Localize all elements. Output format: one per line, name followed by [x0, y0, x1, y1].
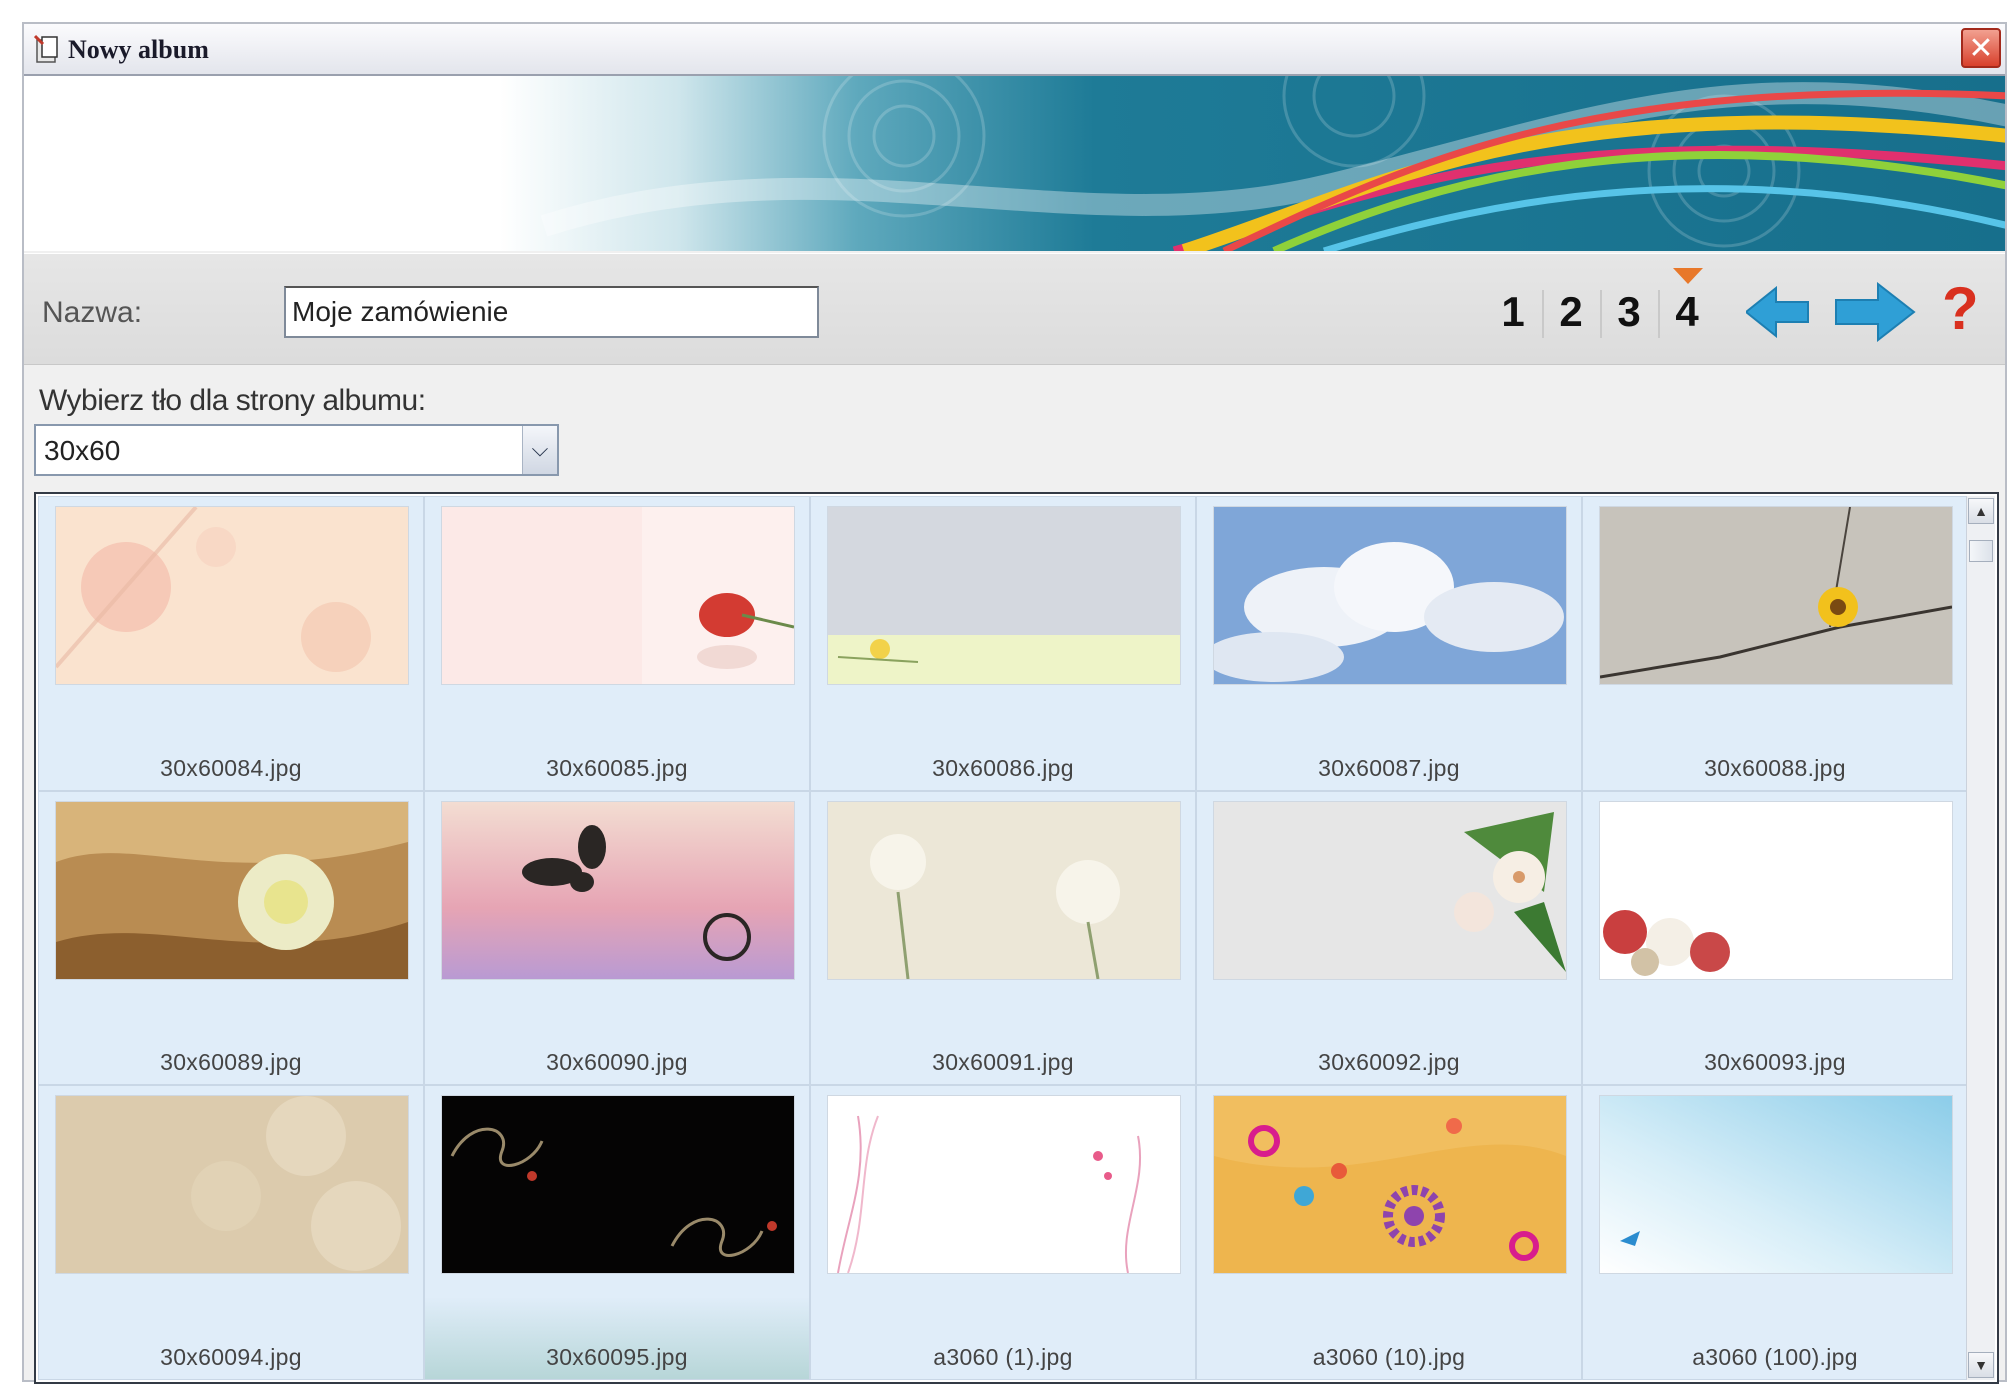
thumbnail-caption: a3060 (100).jpg	[1692, 1343, 1858, 1370]
next-arrow-icon[interactable]	[1832, 282, 1916, 342]
header-banner	[24, 76, 2005, 251]
gallery-item[interactable]: a3060 (10).jpg	[1196, 1085, 1582, 1380]
gallery-scrollbar[interactable]: ▲ ▼	[1966, 496, 1995, 1380]
gallery-item[interactable]: 30x60088.jpg	[1582, 496, 1968, 791]
thumbnail-image	[828, 507, 1180, 684]
title-bar[interactable]: Nowy album ✕	[24, 24, 2005, 76]
current-step-marker-icon	[1673, 268, 1703, 284]
close-icon: ✕	[1968, 32, 1994, 65]
help-icon[interactable]: ?	[1942, 274, 1979, 343]
thumbnail-image	[442, 1096, 794, 1274]
background-gallery: 30x60084.jpg 30x60085.jpg 30x60086.jpg 3…	[34, 492, 1999, 1384]
chevron-down-icon: ▼	[1974, 1357, 1988, 1373]
thumbnail-image	[1600, 507, 1952, 684]
gallery-item[interactable]: 30x60092.jpg	[1196, 790, 1582, 1086]
thumbnail-caption: 30x60086.jpg	[932, 754, 1074, 781]
thumbnail-caption: 30x60084.jpg	[160, 754, 302, 781]
step-4-current[interactable]: 4	[1658, 282, 1716, 342]
thumbnail-image	[828, 801, 1180, 979]
gallery-item[interactable]: a3060 (1).jpg	[810, 1085, 1196, 1380]
thumbnail-image	[56, 507, 408, 684]
thumbnail-image	[56, 1096, 408, 1274]
dropdown-button[interactable]: ⌵	[522, 426, 557, 474]
thumbnail-image	[1214, 507, 1566, 684]
format-select-value: 30x60	[44, 435, 121, 466]
thumbnail-image	[442, 801, 794, 979]
gallery-item[interactable]: a3060 (100).jpg	[1582, 1085, 1968, 1380]
gallery-item[interactable]: 30x60094.jpg	[38, 1085, 424, 1380]
thumbnail-caption: 30x60092.jpg	[1318, 1049, 1460, 1076]
background-prompt-label: Wybierz tło dla strony albumu:	[39, 384, 426, 417]
gallery-item[interactable]: 30x60086.jpg	[810, 496, 1196, 791]
step-1[interactable]: 1	[1484, 282, 1542, 342]
gallery-item[interactable]: 30x60085.jpg	[424, 496, 810, 791]
thumbnail-caption: 30x60093.jpg	[1704, 1049, 1846, 1076]
gallery-item-selected[interactable]: 30x60095.jpg	[424, 1085, 810, 1380]
thumbnail-caption: 30x60094.jpg	[160, 1343, 302, 1370]
step-2[interactable]: 2	[1542, 282, 1600, 342]
back-arrow-icon[interactable]	[1746, 286, 1812, 338]
gallery-item[interactable]: 30x60090.jpg	[424, 790, 810, 1086]
thumbnail-image	[828, 1096, 1180, 1274]
gallery-item[interactable]: 30x60089.jpg	[38, 790, 424, 1086]
album-name-input[interactable]	[284, 286, 819, 338]
gallery-item[interactable]: 30x60091.jpg	[810, 790, 1196, 1086]
scrollbar-thumb[interactable]	[1969, 540, 1993, 562]
gallery-item[interactable]: 30x60084.jpg	[38, 496, 424, 791]
thumbnail-caption: a3060 (10).jpg	[1312, 1343, 1466, 1370]
format-select[interactable]: 30x60 ⌵	[34, 424, 559, 476]
thumbnail-caption: 30x60085.jpg	[546, 754, 688, 781]
chevron-down-icon: ⌵	[531, 436, 549, 461]
thumbnail-image	[1600, 1096, 1952, 1274]
thumbnail-image	[442, 507, 794, 684]
gallery-item[interactable]: 30x60087.jpg	[1196, 496, 1582, 791]
name-row: Nazwa: 1 2 3 4 ?	[24, 253, 2005, 365]
step-3[interactable]: 3	[1600, 282, 1658, 342]
name-label: Nazwa:	[42, 296, 143, 329]
thumbnail-caption: 30x60095.jpg	[546, 1343, 688, 1370]
scroll-down-button[interactable]: ▼	[1968, 1352, 1994, 1378]
thumbnail-image	[56, 801, 408, 979]
thumbnail-image	[1600, 801, 1952, 979]
thumbnail-image	[1214, 1096, 1566, 1274]
thumbnail-caption: 30x60091.jpg	[932, 1049, 1074, 1076]
thumbnail-caption: a3060 (1).jpg	[933, 1343, 1073, 1370]
thumbnail-image	[1214, 801, 1566, 979]
app-icon	[34, 34, 58, 63]
thumbnail-caption: 30x60088.jpg	[1704, 754, 1846, 781]
window-title: Nowy album	[68, 35, 209, 64]
thumbnail-caption: 30x60087.jpg	[1318, 754, 1460, 781]
new-album-window: Nowy album ✕ Nazwa: 1 2 3	[22, 22, 2007, 1384]
gallery-item[interactable]: 30x60093.jpg	[1582, 790, 1968, 1086]
thumbnail-caption: 30x60089.jpg	[160, 1049, 302, 1076]
scroll-up-button[interactable]: ▲	[1968, 498, 1994, 524]
thumbnail-caption: 30x60090.jpg	[546, 1049, 688, 1076]
close-button[interactable]: ✕	[1961, 28, 2001, 68]
chevron-up-icon: ▲	[1974, 503, 1988, 519]
